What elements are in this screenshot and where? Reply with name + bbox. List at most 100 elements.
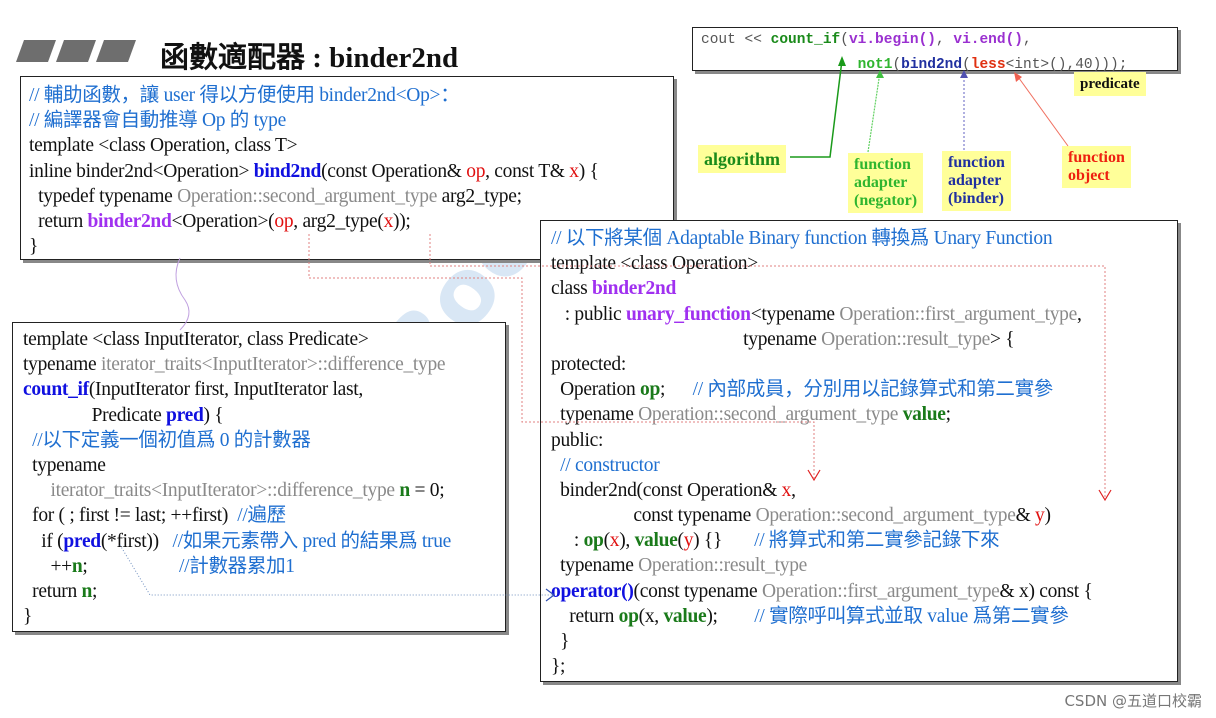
code-line: // constructor [551, 453, 1177, 478]
code-token: typename [551, 555, 639, 577]
code-token: n [399, 480, 410, 502]
code-line: public: [551, 428, 1177, 453]
code-token: ( [840, 32, 849, 48]
code-line: protected: [551, 352, 1177, 377]
code-token: , [1076, 303, 1082, 325]
label-function-object-line: function [1068, 149, 1125, 166]
code-token: n [81, 580, 93, 602]
code-token: <Operation>( [171, 210, 275, 232]
code-token: Operation::first_argument_type [761, 580, 1000, 602]
code-token: ; [945, 404, 951, 426]
label-algorithm: algorithm [698, 145, 786, 173]
code-token: x [781, 479, 792, 501]
code-token: template <class Operation> [551, 253, 758, 275]
code-token: public: [551, 429, 604, 451]
code-token: count_if [23, 379, 89, 401]
code-token: value [634, 530, 678, 552]
code-token: (*first)) [100, 530, 173, 552]
code-token: , [791, 479, 796, 501]
code-token: ++ [23, 555, 72, 577]
code-token: // 編譯器會自動推導 Op 的 type [29, 110, 286, 132]
code-token: //遍歷 [237, 505, 286, 527]
code-token: : public [551, 303, 626, 325]
code-token: template <class InputIterator, class Pre… [23, 329, 369, 350]
code-line: Operation op; // 內部成員，分別用以記錄算式和第二實參 [551, 377, 1177, 402]
code-token: protected: [551, 353, 626, 375]
code-line: binder2nd(const Operation& x, [551, 478, 1177, 503]
code-line: return op(x, value); // 實際呼叫算式並取 value 爲… [551, 604, 1177, 629]
code-token: return [29, 210, 88, 232]
code-token: //計數器累加1 [179, 555, 295, 577]
code-token: count_if [770, 32, 841, 48]
label-binder-line: adapter [948, 172, 1002, 189]
bind2nd-to-count-if-squiggle [175, 257, 190, 331]
code-line: if (pred(*first)) //如果元素帶入 pred 的結果爲 tru… [23, 529, 505, 554]
code-line: const typename Operation::second_argumen… [551, 503, 1177, 528]
code-token: bind2nd [901, 57, 963, 74]
code-token: op [274, 210, 294, 232]
code-token: Operation [551, 379, 640, 401]
code-line: typename Operation::second_argument_type… [551, 402, 1177, 427]
code-line: : op(x), value(y) {} // 將算式和第二實參記錄下來 [551, 528, 1177, 553]
code-token: vi.begin() [848, 32, 936, 48]
code-token: Operation::second_argument_type [755, 505, 1016, 527]
code-token: // 內部成員，分別用以記錄算式和第二實參 [692, 379, 1054, 401]
code-line: typedef typename Operation::second_argum… [29, 184, 673, 209]
code-token: (InputIterator first, InputIterator last… [88, 379, 363, 401]
code-token: typename [551, 328, 822, 350]
code-token: not1 [857, 57, 893, 74]
code-token: less [970, 57, 1006, 74]
code-line: } [551, 629, 1177, 654]
code-token: Operation::result_type [638, 555, 807, 577]
code-line: // 編譯器會自動推導 Op 的 type [29, 108, 673, 133]
title-decoration-bars [15, 40, 137, 62]
code-line: ++n; //計數器累加1 [23, 554, 505, 579]
code-token: operator() [551, 580, 634, 602]
label-negator-line: adapter [854, 174, 908, 191]
code-token: // 以下將某個 Adaptable Binary function 轉換爲 U… [551, 228, 1053, 249]
code-token: , [1023, 32, 1032, 48]
code-token: <int>(),40))); [1005, 57, 1128, 74]
code-line: }; [551, 654, 1177, 679]
code-token: ) { [578, 160, 599, 182]
code-token: binder2nd [87, 210, 172, 232]
code-token: , arg2_type( [293, 210, 384, 232]
code-token: typename [23, 354, 101, 376]
code-token: y [683, 530, 694, 552]
code-token: ), [619, 530, 635, 552]
code-token: }; [551, 656, 566, 678]
slide-title: 函數適配器 : binder2nd [160, 42, 459, 74]
binder2nd-class-code: // 以下將某個 Adaptable Binary function 轉換爲 U… [540, 220, 1178, 682]
code-token: (const typename [633, 580, 762, 602]
code-token: return [23, 580, 82, 602]
code-token: iterator_traits<InputIterator>::differen… [100, 354, 446, 376]
code-token: iterator_traits<InputIterator>::differen… [50, 480, 395, 502]
code-token: & x) const { [999, 580, 1093, 602]
code-line: typename Operation::result_type [551, 553, 1177, 578]
code-token: ( [962, 57, 971, 74]
code-token: // 將算式和第二實參記錄下來 [754, 530, 1000, 552]
code-token: template <class Operation, class T> [29, 135, 298, 157]
code-token: ; [92, 580, 98, 602]
code-token: ) {} [693, 530, 755, 552]
code-token: ( [892, 57, 902, 74]
code-token: for ( ; first != last; ++first) [23, 505, 238, 527]
code-token: arg2_type; [437, 185, 522, 207]
code-token: Operation::second_argument_type [638, 404, 899, 426]
code-line: : public unary_function<typename Operati… [551, 302, 1177, 327]
code-line: } [23, 604, 505, 629]
code-line: typename [23, 453, 505, 478]
code-token: = 0; [409, 480, 445, 502]
code-token: class [551, 278, 592, 300]
label-function-object: function object [1062, 146, 1131, 188]
code-token: typedef typename [29, 185, 178, 207]
code-token: op [583, 530, 604, 552]
code-token: ; [82, 555, 180, 577]
code-token: n [71, 555, 83, 577]
code-token: & [1015, 505, 1036, 527]
function-object-arrow [1015, 73, 1069, 147]
code-token: // 輔助函數，讓 user 得以方便使用 binder2nd<Op>： [29, 85, 460, 106]
code-token: binder2nd(const Operation& [551, 479, 782, 501]
code-token: pred [63, 530, 101, 552]
label-binder-line: (binder) [948, 190, 1004, 207]
